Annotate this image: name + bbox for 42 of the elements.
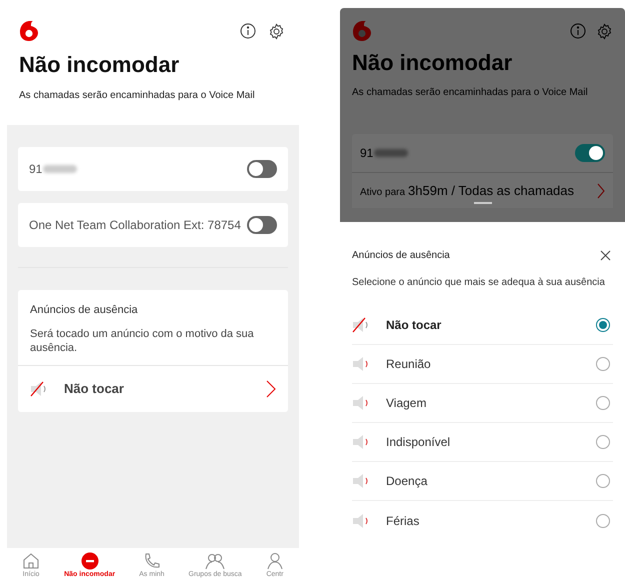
radio-button[interactable] — [596, 474, 610, 488]
toggle-switch[interactable] — [247, 216, 277, 234]
sheet-title: Anúncios de ausência — [352, 249, 450, 263]
radio-button[interactable] — [596, 357, 610, 371]
logo-icon — [19, 20, 39, 42]
announcement-option[interactable]: Reunião — [352, 345, 613, 384]
toggle-switch[interactable] — [575, 144, 605, 162]
card-description: Será tocado um anúncio com o motivo da sua ausência. — [30, 326, 255, 354]
phone-number: 91 — [29, 161, 42, 178]
line-label: One Net Team Collaboration Ext: 78754 — [29, 217, 241, 234]
chevron-right-icon — [597, 182, 605, 198]
page-subtitle: As chamadas serão encaminhadas para o Voice Mail — [352, 86, 589, 100]
announcement-option[interactable]: Indisponível — [352, 423, 613, 462]
sheet-description: Selecione o anúncio que mais se adequa à sua ausência — [352, 276, 606, 290]
radio-button[interactable] — [596, 435, 610, 449]
page-title: Não incomodar — [352, 49, 514, 77]
page-subtitle: As chamadas serão encaminhadas para o Voice Mail — [19, 89, 256, 103]
group-icon — [205, 552, 226, 570]
person-icon — [266, 552, 284, 570]
close-icon[interactable] — [600, 250, 611, 261]
announcement-option[interactable]: Férias — [352, 501, 613, 540]
home-icon — [22, 552, 40, 570]
toggle-switch[interactable] — [247, 160, 277, 178]
radio-button[interactable] — [596, 318, 610, 332]
announcement-option[interactable]: Não tocar — [18, 366, 288, 412]
logo-icon — [352, 20, 372, 42]
do-not-disturb-icon — [80, 552, 99, 570]
announcement-option[interactable]: Não tocar — [352, 306, 613, 345]
page-title: Não incomodar — [19, 51, 180, 79]
phone-icon — [142, 552, 161, 570]
status-text: 3h59m / Todas as chamadas — [408, 182, 574, 200]
status-prefix: Ativo para — [360, 186, 406, 200]
info-icon[interactable] — [240, 23, 256, 39]
announcement-option[interactable]: Viagem — [352, 384, 613, 423]
settings-icon[interactable] — [268, 22, 285, 40]
sheet-handle[interactable] — [474, 202, 492, 204]
chevron-right-icon — [266, 380, 276, 398]
card-title: Anúncios de ausência — [30, 303, 139, 318]
phone-number: 91 — [360, 145, 374, 162]
radio-button[interactable] — [596, 514, 610, 528]
radio-button[interactable] — [596, 396, 610, 410]
announcement-option[interactable]: Doença — [352, 462, 613, 501]
